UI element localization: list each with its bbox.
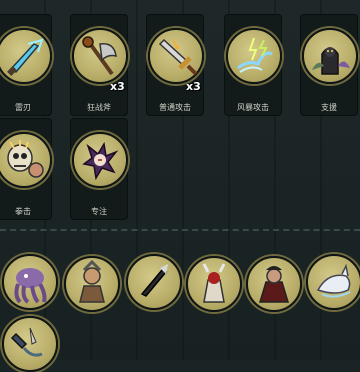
berserker-axe-icon xyxy=(72,28,128,84)
skill-card-lightning-blade[interactable]: 雷刃 xyxy=(0,14,52,116)
skill-label: 风暴攻击 xyxy=(237,103,269,112)
skill-label: 支援 xyxy=(321,103,337,112)
sword-icon xyxy=(148,28,204,84)
skill-label: 雷刃 xyxy=(15,103,31,112)
section-divider xyxy=(0,229,360,231)
skill-card-storm-attack[interactable]: 风暴攻击 xyxy=(224,14,282,116)
horned-mage-icon[interactable] xyxy=(186,256,242,312)
skill-card-berserker-axe[interactable]: x3 狂战斧 xyxy=(70,14,128,116)
count-badge: x3 xyxy=(110,80,125,93)
throwing-knife-icon[interactable] xyxy=(126,254,182,310)
count-badge: x3 xyxy=(186,80,201,93)
support-summon-icon xyxy=(302,28,358,84)
skill-label: 拳击 xyxy=(15,207,31,216)
focus-spirit-icon xyxy=(72,132,128,188)
skill-label: 专注 xyxy=(91,207,107,216)
skill-label: 普通攻击 xyxy=(159,103,191,112)
skill-card-focus[interactable]: 专注 xyxy=(70,118,128,220)
vampire-lord-icon[interactable] xyxy=(246,256,302,312)
skill-card-support[interactable]: 支援 xyxy=(300,14,358,116)
storm-claw-icon xyxy=(226,28,282,84)
skull-punch-icon xyxy=(0,132,52,188)
white-wolf-icon[interactable] xyxy=(306,254,360,310)
skill-card-basic-attack[interactable]: x3 普通攻击 xyxy=(146,14,204,116)
skill-card-punch[interactable]: 拳击 xyxy=(0,118,52,220)
dagger-hand-icon[interactable] xyxy=(2,316,58,372)
tentacle-monster-icon[interactable] xyxy=(2,254,58,310)
skill-label: 狂战斧 xyxy=(87,103,111,112)
warrior-icon[interactable] xyxy=(64,256,120,312)
lightning-blade-icon xyxy=(0,28,52,84)
